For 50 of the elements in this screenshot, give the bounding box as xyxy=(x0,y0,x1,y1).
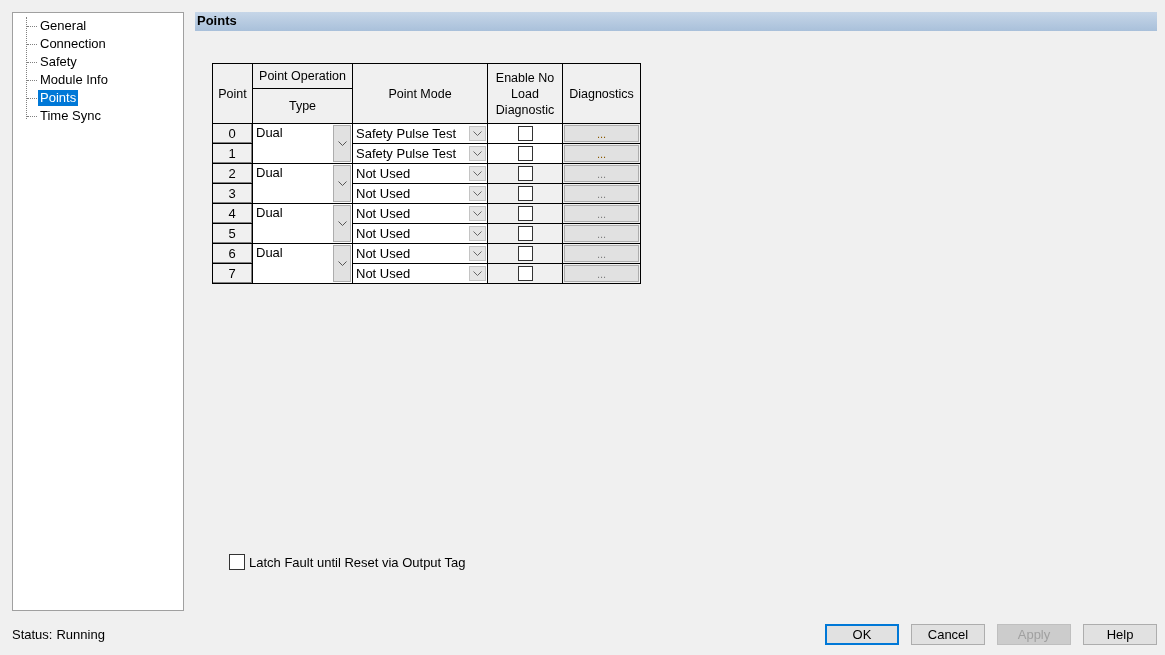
chevron-icon xyxy=(333,205,351,242)
chevron-icon xyxy=(469,226,486,241)
column-header: Point xyxy=(213,64,252,123)
chevron-icon xyxy=(469,246,486,261)
chevron-icon xyxy=(469,266,486,281)
chevron-icon xyxy=(469,186,486,201)
checkbox[interactable] xyxy=(229,554,245,570)
status-value: Running xyxy=(56,626,105,642)
column-header: Type xyxy=(253,89,352,123)
section-header: Points xyxy=(195,12,1157,31)
column-header: Point Mode xyxy=(353,64,487,123)
row-header: 5 xyxy=(213,224,252,243)
diagnostics-button[interactable]: ... xyxy=(564,125,639,142)
status-label: Status: xyxy=(12,626,53,642)
column-header: Diagnostics xyxy=(563,64,640,123)
row-header: 3 xyxy=(213,184,252,203)
chevron-icon xyxy=(333,125,351,162)
type-dropdown[interactable]: Dual xyxy=(253,124,352,163)
tree-item[interactable]: Module Info xyxy=(38,72,110,88)
column-header: Point Operation xyxy=(253,64,352,88)
chevron-icon xyxy=(333,245,351,282)
dialog-button[interactable]: Help xyxy=(1083,623,1157,645)
mode-dropdown[interactable]: Safety Pulse Test xyxy=(353,144,487,163)
column-header: Enable No Load Diagnostic xyxy=(488,64,562,123)
row-header: 2 xyxy=(213,164,252,183)
chevron-icon xyxy=(469,206,486,221)
chevron-icon xyxy=(469,126,486,141)
row-header: 4 xyxy=(213,204,252,223)
type-dropdown[interactable]: Dual xyxy=(253,164,352,203)
row-header: 1 xyxy=(213,144,252,163)
row-header: 0 xyxy=(213,124,252,143)
chevron-icon xyxy=(469,166,486,181)
tree-item[interactable]: Safety xyxy=(38,54,79,70)
checkbox[interactable] xyxy=(517,126,533,141)
tree-item[interactable]: Connection xyxy=(38,36,108,52)
checkbox-label: Latch Fault until Reset via Output Tag xyxy=(249,554,466,570)
row-header: 7 xyxy=(213,264,252,283)
tree-item[interactable]: General xyxy=(38,18,89,34)
chevron-icon xyxy=(469,146,486,161)
dialog-button[interactable]: OK xyxy=(825,623,899,645)
chevron-icon xyxy=(333,165,351,202)
row-header: 6 xyxy=(213,244,252,263)
type-dropdown[interactable]: Dual xyxy=(253,204,352,243)
tree-item[interactable]: Points xyxy=(38,90,79,106)
tree-item[interactable]: Time Sync xyxy=(38,108,103,124)
dialog-button[interactable]: Cancel xyxy=(911,623,985,645)
checkbox[interactable] xyxy=(517,146,533,161)
diagnostics-button[interactable]: ... xyxy=(564,145,639,162)
type-dropdown[interactable]: Dual xyxy=(253,244,352,283)
mode-dropdown[interactable]: Safety Pulse Test xyxy=(353,124,487,143)
